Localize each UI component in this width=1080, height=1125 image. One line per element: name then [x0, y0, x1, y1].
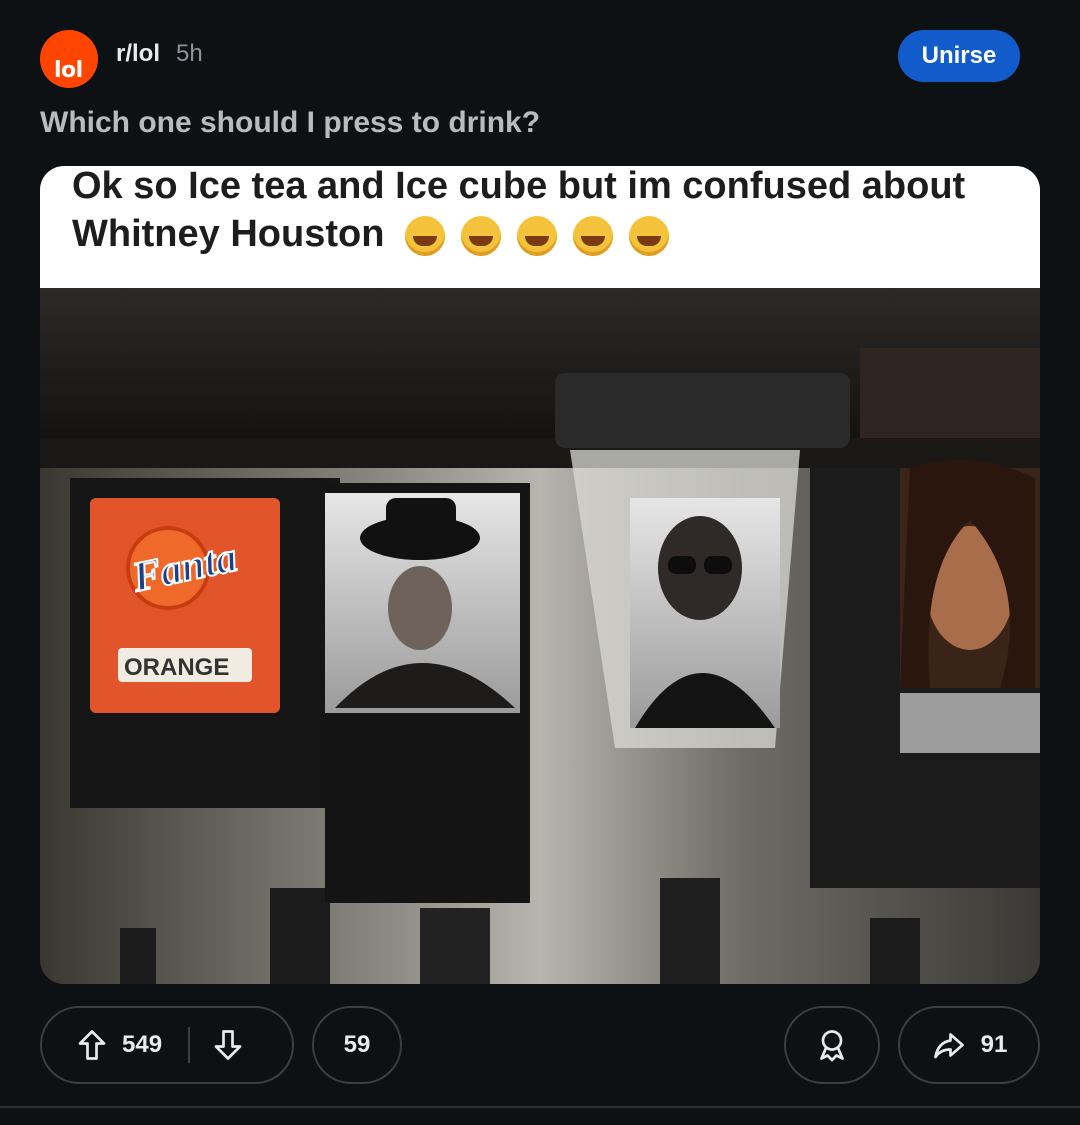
avatar-text: lol [54, 58, 83, 83]
tap-handle [420, 908, 490, 984]
post-divider [0, 1106, 1080, 1108]
subreddit-avatar[interactable]: lol [40, 30, 98, 88]
laughing-emoji-icon [460, 215, 501, 256]
comments-button[interactable]: 59 [312, 1006, 402, 1084]
fanta-flavor-text: ORANGE [124, 654, 229, 681]
ice-t-tap [325, 483, 530, 903]
award-button[interactable] [784, 1006, 880, 1084]
tap-handle [660, 878, 720, 984]
subreddit-name[interactable]: r/lol [116, 40, 160, 68]
comment-count: 59 [343, 1031, 371, 1058]
post-actions: 549 59 91 [40, 1006, 1040, 1086]
share-count: 91 [980, 1031, 1008, 1058]
post-image[interactable]: Ok so Ice tea and Ice cube but im confus… [40, 166, 1040, 984]
tap-handle [120, 928, 156, 984]
award-icon [820, 1030, 844, 1062]
post-header: lol r/lol 5h Unirse [40, 28, 1040, 88]
laughing-emoji-icon [628, 215, 669, 256]
downvote-icon[interactable] [210, 1027, 246, 1063]
share-button[interactable]: 91 [898, 1006, 1040, 1084]
fanta-tap: Fanta ORANGE [70, 478, 340, 808]
shelf-bar [40, 438, 1040, 468]
whitney-tap [810, 460, 1040, 888]
laughing-emoji-row [404, 212, 685, 260]
vote-divider [188, 1027, 191, 1063]
post-time: 5h [176, 40, 203, 67]
vote-control: 549 [40, 1006, 294, 1084]
upvote-count: 549 [122, 1031, 163, 1058]
laughing-emoji-icon [516, 215, 557, 256]
dispenser-panel [860, 348, 1040, 438]
laughing-emoji-icon [572, 215, 613, 256]
upvote-icon[interactable] [74, 1027, 110, 1063]
meme-caption-area: Ok so Ice tea and Ice cube but im confus… [40, 166, 1040, 288]
soda-dispenser-photo: Fanta ORANGE [40, 288, 1040, 984]
meme-caption: Ok so Ice tea and Ice cube but im confus… [72, 166, 1012, 260]
tap-handle [270, 888, 330, 984]
post-title[interactable]: Which one should I press to drink? [40, 106, 540, 140]
tap-handle [870, 918, 920, 984]
join-button[interactable]: Unirse [898, 30, 1020, 82]
share-icon [933, 1033, 964, 1059]
laughing-emoji-icon [404, 215, 445, 256]
nozzle-base [555, 373, 850, 448]
